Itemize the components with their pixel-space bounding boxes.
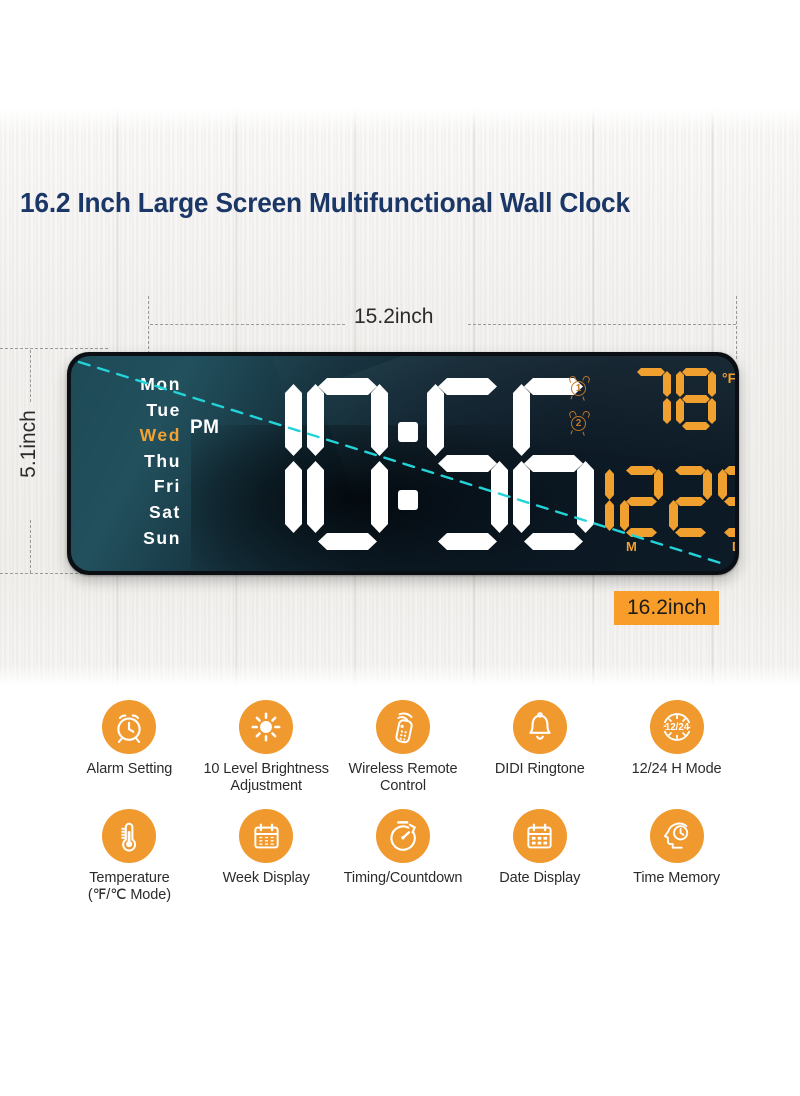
- features-row-2: Temperature (℉/℃ Mode) Week Display Timi…: [55, 809, 745, 904]
- feature-label: Alarm Setting: [86, 761, 173, 777]
- feature-label: Wireless Remote Control: [348, 761, 458, 794]
- temp-digit-1: [631, 368, 671, 430]
- date-digit-3: [669, 466, 712, 538]
- alarm-clock-icon-2: 2: [568, 409, 591, 436]
- guide-line-width-right: [468, 324, 736, 325]
- date-digit-4: [718, 466, 735, 538]
- alarm-number-1: 1: [575, 383, 582, 394]
- meridiem-indicator: PM: [190, 417, 220, 438]
- weekday-thu: Thu: [144, 450, 181, 471]
- guide-line-height-top: [30, 350, 31, 402]
- wall-clock-device: Mon Tue Wed Thu Fri Sat Sun PM 1 2 °F M: [67, 352, 739, 575]
- feature-temperature[interactable]: Temperature (℉/℃ Mode): [61, 809, 198, 904]
- head-clock-memory-icon: [649, 809, 704, 863]
- feature-time-memory[interactable]: Time Memory: [608, 809, 745, 904]
- time-display: [221, 364, 599, 564]
- weekday-fri: Fri: [153, 476, 181, 497]
- date-display: M D: [571, 466, 735, 554]
- weekday-wed-active: Wed: [139, 425, 181, 446]
- svg-text:12/24: 12/24: [664, 722, 689, 733]
- thermometer-icon: [102, 809, 157, 863]
- feature-label: 12/24 H Mode: [631, 761, 722, 777]
- date-month-label: M: [626, 539, 637, 554]
- dimension-height-label: 5.1inch: [16, 410, 40, 478]
- remote-control-icon: [375, 700, 430, 754]
- guide-line-height-bottom: [30, 520, 31, 573]
- weekday-sun: Sun: [143, 527, 181, 548]
- clock-12-24-icon: 12/24: [649, 700, 704, 754]
- date-day-label: D: [732, 539, 735, 554]
- feature-label: Week Display: [222, 870, 310, 886]
- temperature-unit: °F: [722, 370, 735, 386]
- guide-line-width-left: [150, 324, 345, 325]
- feature-timing-countdown[interactable]: Timing/Countdown: [335, 809, 472, 904]
- dimension-width-label: 15.2inch: [354, 305, 434, 328]
- feature-label: Date Display: [499, 870, 581, 886]
- features-section: Alarm Setting 10 Level Brightness Adjust…: [0, 700, 800, 904]
- time-digit-h1: [221, 378, 302, 550]
- top-whitespace: [0, 0, 800, 108]
- feature-label: 10 Level Brightness Adjustment: [203, 761, 329, 794]
- time-colon: [393, 378, 423, 550]
- features-row-1: Alarm Setting 10 Level Brightness Adjust…: [55, 700, 745, 795]
- calendar-date-icon: [512, 809, 567, 863]
- feature-label: Timing/Countdown: [343, 870, 463, 886]
- temperature-display: °F: [631, 368, 735, 430]
- feature-12-24-mode[interactable]: 12/24 12/24 H Mode: [608, 700, 745, 795]
- alarm-clock-icon: [102, 700, 157, 754]
- temp-digit-2: [676, 368, 716, 430]
- weekday-mon: Mon: [140, 374, 181, 394]
- guide-tick-left-top: [148, 296, 149, 359]
- alarm-number-2: 2: [575, 418, 582, 429]
- date-digits: [571, 466, 735, 538]
- page-title: 16.2 Inch Large Screen Multifunctional W…: [20, 187, 630, 218]
- time-digit-h2: [307, 378, 388, 550]
- diagonal-size-badge: 16.2inch: [614, 591, 720, 625]
- clock-screen: Mon Tue Wed Thu Fri Sat Sun PM 1 2 °F M: [71, 356, 735, 571]
- date-unit-labels: M D: [571, 539, 735, 554]
- brightness-sun-icon: [239, 700, 294, 754]
- feature-week-display[interactable]: Week Display: [198, 809, 335, 904]
- stopwatch-icon: [375, 809, 430, 863]
- feature-date-display[interactable]: Date Display: [471, 809, 608, 904]
- feature-label: Temperature (℉/℃ Mode): [87, 870, 171, 903]
- feature-wireless-remote[interactable]: Wireless Remote Control: [335, 700, 472, 795]
- weekday-tue: Tue: [146, 399, 181, 420]
- guide-tick-right-top: [736, 296, 737, 359]
- date-digit-2: [620, 466, 663, 538]
- feature-label: Time Memory: [633, 870, 721, 886]
- hero-bottom-fade: [0, 664, 800, 686]
- weekday-list: Mon Tue Wed Thu Fri Sat Sun: [97, 372, 181, 551]
- feature-label: DIDI Ringtone: [494, 761, 585, 777]
- guide-tick-top-left: [0, 348, 108, 349]
- bell-icon: [512, 700, 567, 754]
- feature-alarm-setting[interactable]: Alarm Setting: [61, 700, 198, 795]
- date-digit-1: [571, 466, 614, 538]
- temperature-digits: [631, 368, 721, 430]
- alarm-clock-icon-1: 1: [568, 374, 591, 401]
- feature-didi-ringtone[interactable]: DIDI Ringtone: [471, 700, 608, 795]
- hero-top-fade: [0, 108, 800, 134]
- time-digit-m1: [427, 378, 508, 550]
- calendar-week-icon: [239, 809, 294, 863]
- weekday-sat: Sat: [148, 501, 181, 522]
- feature-brightness-adjustment[interactable]: 10 Level Brightness Adjustment: [198, 700, 335, 795]
- alarm-indicators: 1 2: [568, 374, 591, 436]
